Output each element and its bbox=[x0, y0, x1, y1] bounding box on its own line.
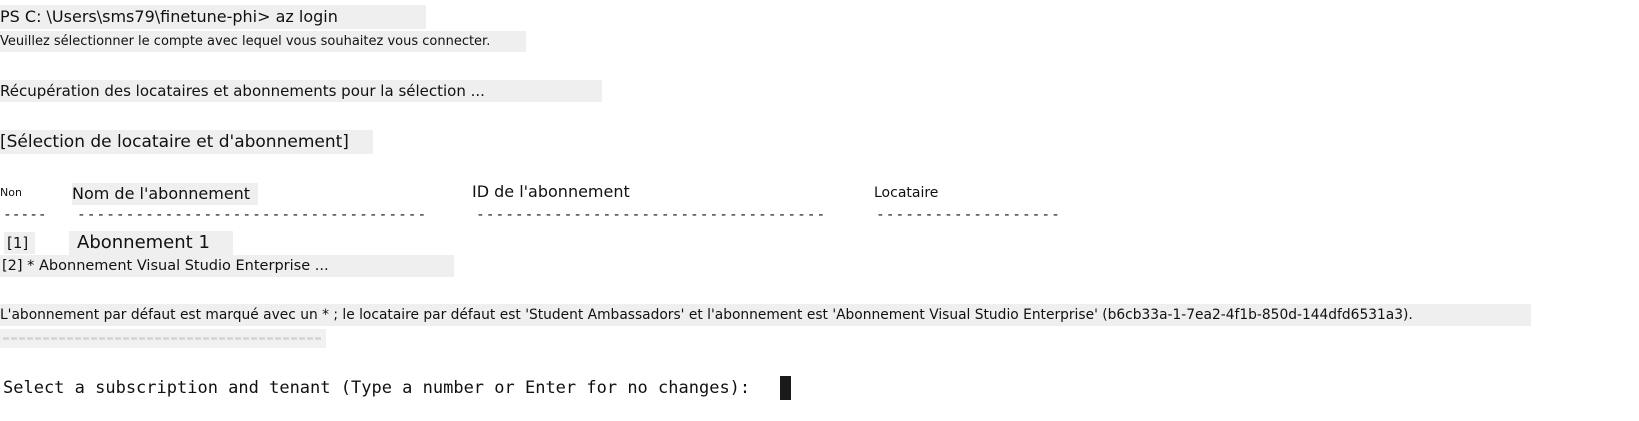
command-line: PS C: \Users\sms79\finetune-phi> az logi… bbox=[0, 5, 426, 29]
retrieving-message: Récupération des locataires et abonnemen… bbox=[0, 80, 602, 102]
separator-subscription-name: ------------------------------------ bbox=[77, 207, 428, 223]
row-1-number: [1] bbox=[4, 232, 35, 254]
row-1-subscription-name: Abonnement 1 bbox=[69, 231, 233, 255]
prompt-text: Select a subscription and tenant (Type a… bbox=[3, 378, 751, 398]
column-header-number: Non bbox=[0, 186, 22, 199]
column-header-subscription-id: ID de l'abonnement bbox=[472, 182, 630, 201]
column-header-tenant: Locataire bbox=[874, 185, 939, 201]
row-2-subscription: [2] * Abonnement Visual Studio Enterpris… bbox=[0, 255, 454, 277]
select-account-message: Veuillez sélectionner le compte avec leq… bbox=[0, 31, 526, 52]
terminal-cursor[interactable] bbox=[780, 376, 791, 400]
section-header: [Sélection de locataire et d'abonnement] bbox=[0, 130, 373, 154]
default-subscription-message: L'abonnement par défaut est marqué avec … bbox=[0, 304, 1531, 326]
separator-number: ----- bbox=[3, 207, 47, 223]
separator-tenant: ------------------- bbox=[876, 207, 1061, 223]
column-header-subscription-name: Nom de l'abonnement bbox=[72, 183, 258, 205]
faint-note-bar bbox=[0, 329, 326, 348]
separator-subscription-id: ------------------------------------ bbox=[476, 207, 827, 223]
